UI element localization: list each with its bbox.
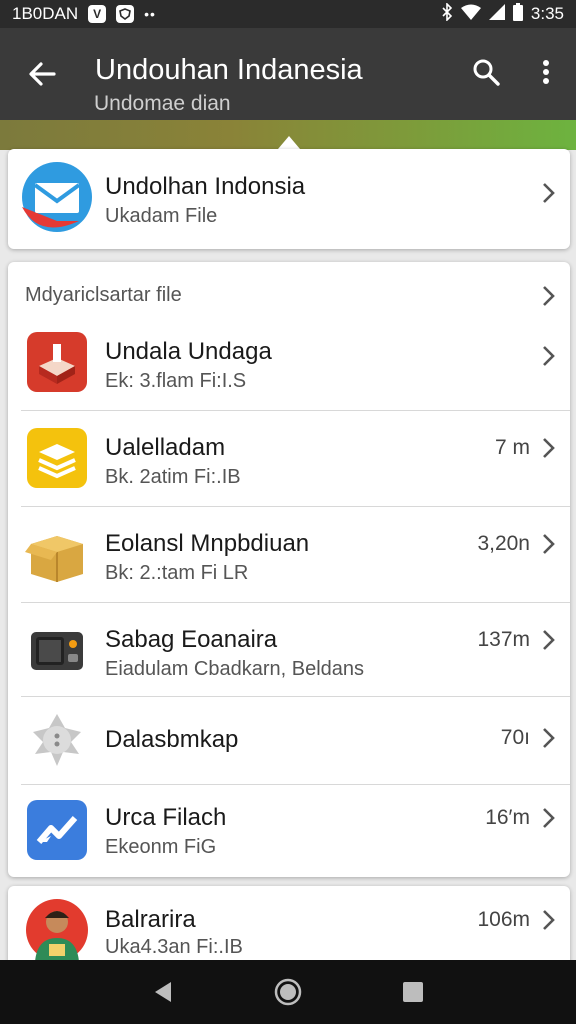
file-list-card: Mdyariclsartar file Undala Undaga Ek: 3.…	[8, 262, 570, 877]
item-name: Balrarira	[105, 906, 196, 933]
system-nav-bar	[0, 960, 576, 1024]
wifi-icon	[460, 4, 481, 25]
list-item[interactable]: Eolansl Mnpbdiuan Bk: 2.:tam Fi LR 3,20n	[8, 506, 570, 602]
page-subtitle: Undomae dian	[94, 92, 231, 115]
chevron-right-icon	[540, 284, 556, 313]
more-vert-icon[interactable]	[532, 54, 560, 90]
item-meta: Ek: 3.flam Fi:I.S	[105, 370, 247, 392]
item-name: Sabag Eoanaira	[105, 626, 278, 653]
device-icon	[25, 618, 89, 682]
chevron-right-icon	[540, 908, 556, 932]
mail-icon	[21, 161, 93, 233]
app-v-icon: V	[88, 5, 107, 23]
chevron-right-icon	[540, 628, 556, 652]
chevron-right-icon	[540, 436, 556, 460]
app-toolbar: Undouhan Indanesia Undomae dian	[0, 28, 576, 120]
status-bar: 1B0DAN V •• 3:35	[0, 0, 576, 28]
cardboard-box-icon	[25, 522, 89, 586]
item-size: 137m	[477, 628, 530, 651]
featured-card[interactable]: Undolhan Indonsia Ukadam File	[8, 149, 570, 249]
featured-name: Undolhan Indonsia	[105, 173, 306, 200]
item-size: 7 m	[494, 436, 530, 459]
arrow-back-icon[interactable]	[22, 54, 62, 94]
featured-item[interactable]: Undolhan Indonsia Ukadam File	[8, 149, 570, 249]
item-name: Dalasbmkap	[105, 726, 239, 753]
item-meta: Bk: 2.:tam Fi LR	[105, 562, 249, 584]
featured-meta: Ukadam File	[105, 205, 218, 227]
item-meta: Eiadulam Cbadkarn, Beldans	[105, 658, 365, 680]
item-name: Ualelladam	[105, 434, 226, 461]
item-meta: Bk. 2atim Fi:.IB	[105, 466, 241, 488]
signal-icon	[488, 3, 505, 25]
list-item[interactable]: Undala Undaga Ek: 3.flam Fi:I.S	[8, 318, 570, 410]
app-shield-icon	[116, 5, 135, 23]
bluetooth-icon	[441, 1, 453, 26]
search-icon[interactable]	[468, 54, 504, 90]
chevron-right-icon	[540, 181, 556, 205]
item-name: Eolansl Mnpbdiuan	[105, 530, 310, 557]
item-size: 106m	[477, 908, 530, 931]
item-name: Undala Undaga	[105, 338, 272, 365]
nav-recents-icon[interactable]	[393, 972, 433, 1012]
card-pointer	[278, 136, 300, 149]
item-meta: Uka4.3an Fi:.IB	[105, 936, 243, 958]
more-dots-icon: ••	[144, 6, 156, 22]
item-size: 3,20n	[477, 532, 530, 555]
item-meta: Ekeonm FiG	[105, 836, 217, 858]
chevron-right-icon	[540, 726, 556, 750]
list-item[interactable]: Ualelladam Bk. 2atim Fi:.IB 7 m	[8, 410, 570, 506]
item-size: 16′m	[485, 806, 530, 829]
red-box-icon	[25, 330, 89, 394]
page-title: Undouhan Indanesia	[95, 54, 363, 86]
list-item[interactable]: Sabag Eoanaira Eiadulam Cbadkarn, Beldan…	[8, 602, 570, 696]
item-name: Urca Filach	[105, 804, 227, 831]
status-time: 3:35	[530, 4, 564, 23]
yellow-stack-icon	[25, 426, 89, 490]
section-header[interactable]: Mdyariclsartar file	[25, 284, 182, 307]
list-item[interactable]: Dalasbmkap 70ı	[8, 696, 570, 784]
blue-chart-icon	[25, 798, 89, 862]
nav-home-icon[interactable]	[268, 972, 308, 1012]
status-left-text: 1B0DAN	[12, 4, 79, 23]
nav-back-icon[interactable]	[143, 972, 183, 1012]
gray-gear-icon	[25, 708, 89, 772]
chevron-right-icon	[540, 532, 556, 556]
person-avatar-icon	[25, 898, 89, 962]
chevron-right-icon	[540, 806, 556, 830]
item-size: 70ı	[500, 726, 530, 749]
list-item[interactable]: Urca Filach Ekeonm FiG 16′m	[8, 784, 570, 876]
battery-icon	[512, 2, 523, 26]
chevron-right-icon	[540, 344, 556, 368]
